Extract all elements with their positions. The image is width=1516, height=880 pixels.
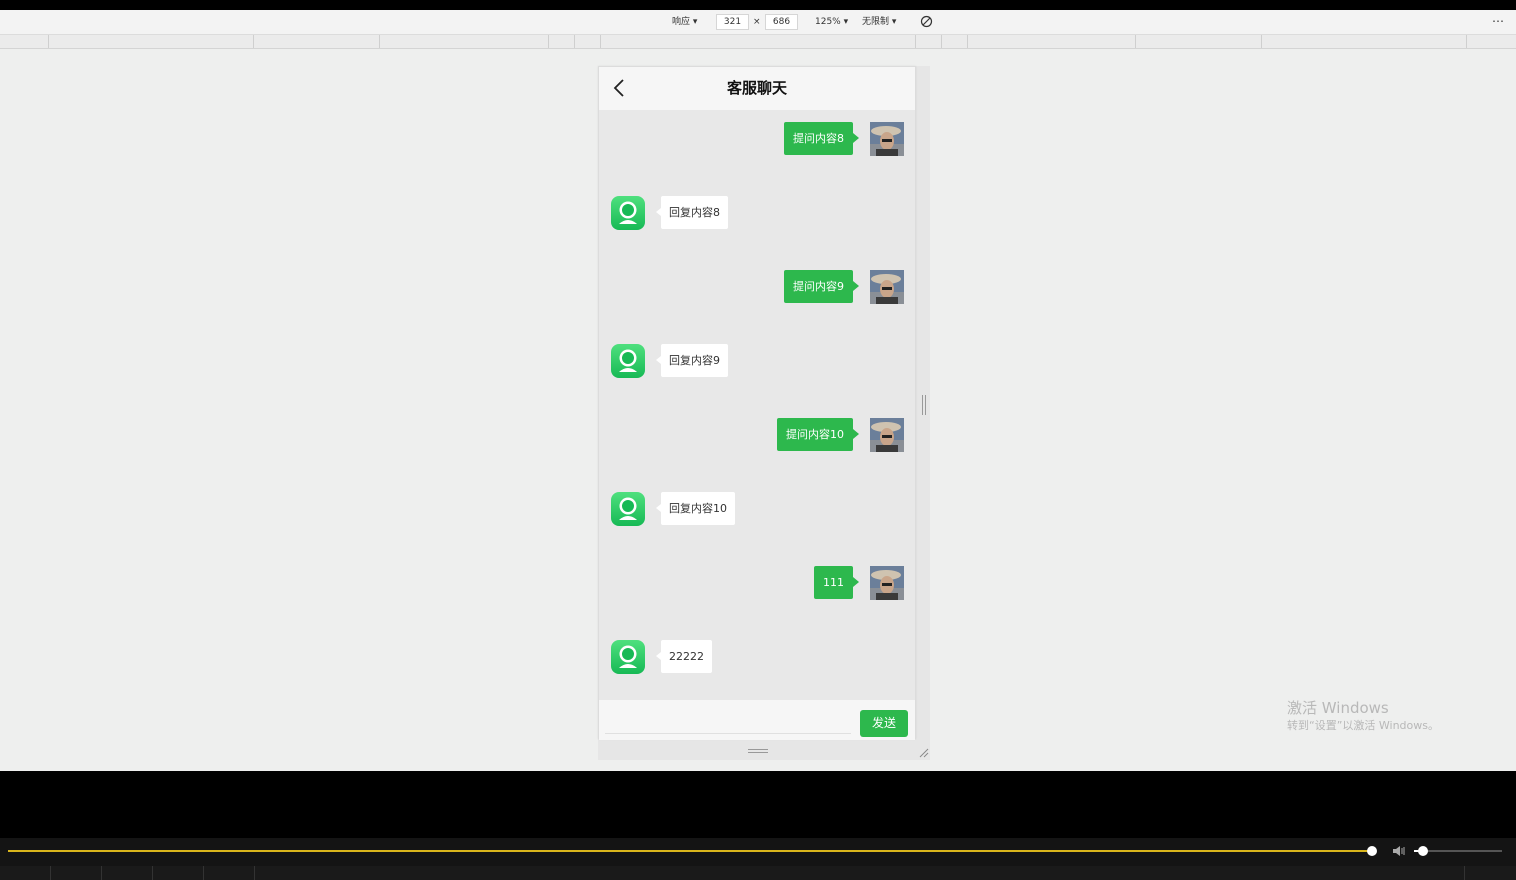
vertical-grip-icon[interactable] [922,395,926,415]
taskbar-divider [101,866,102,880]
send-button[interactable]: 发送 [860,710,908,737]
dimension-separator: × [753,17,761,27]
chat-header: 客服聊天 [599,67,915,110]
throttle-select[interactable]: 无限制 ▾ [862,16,896,28]
window-top-strip [0,0,1516,10]
taskbar-divider [50,866,51,880]
page-title: 客服聊天 [726,79,787,97]
progress-knob[interactable] [1367,846,1377,856]
ruler-tick [1135,35,1136,48]
reply-bubble: 回复内容10 [656,492,735,525]
volume-knob[interactable] [1418,846,1428,856]
reply-bubble: 回复内容8 [656,196,728,229]
bot-message-row: 22222 [599,640,915,674]
chat-input-bar: 发送 [599,700,915,740]
bot-message-row: 回复内容10 [599,492,915,526]
user-message-row: 提问内容9 [599,270,915,304]
question-bubble: 提问内容9 [784,270,859,303]
volume-icon[interactable] [1391,844,1407,858]
horizontal-grip-icon[interactable] [748,749,768,753]
user-message-row: 111 [599,566,915,600]
service-avatar-icon [611,344,645,378]
user-avatar [870,566,904,600]
taskbar-strip [0,866,1516,880]
taskbar-divider [1464,866,1465,880]
zoom-select[interactable]: 125% ▾ [815,16,848,28]
more-options-icon[interactable]: ⋯ [1492,14,1504,28]
ruler-tick [600,35,601,48]
ruler-tick [48,35,49,48]
question-bubble: 提问内容8 [784,122,859,155]
service-avatar-icon [611,640,645,674]
user-message-row: 提问内容8 [599,122,915,156]
taskbar-divider [254,866,255,880]
ruler-tick [967,35,968,48]
message-input[interactable] [605,706,851,734]
user-avatar [870,270,904,304]
watermark-subtitle: 转到“设置”以激活 Windows。 [1287,719,1439,732]
ruler-tick [941,35,942,48]
user-message-row: 提问内容10 [599,418,915,452]
viewport-height-input[interactable]: 686 [765,14,798,30]
device-select[interactable]: 响应 ▾ [672,16,697,28]
taskbar-divider [203,866,204,880]
ruler-tick [574,35,575,48]
chat-phone-screen: 客服聊天 提问内容8 回复内容8 提问内容9 回复内容9 提问内容10 回复内容10 111… [598,66,916,740]
ruler-tick [253,35,254,48]
ruler-tick [548,35,549,48]
question-bubble: 111 [814,566,859,599]
player-controls [0,838,1516,880]
media-query-ruler [0,35,1516,49]
ruler-tick [379,35,380,48]
service-avatar-icon [611,492,645,526]
corner-resize-icon[interactable] [918,747,930,759]
reply-bubble: 22222 [656,640,712,673]
ruler-tick [1466,35,1467,48]
bot-message-row: 回复内容9 [599,344,915,378]
user-avatar [870,122,904,156]
watermark-title: 激活 Windows [1287,699,1389,717]
reply-bubble: 回复内容9 [656,344,728,377]
bot-message-row: 回复内容8 [599,196,915,230]
ruler-tick [915,35,916,48]
progress-bar[interactable] [8,850,1372,852]
viewport-width-input[interactable]: 321 [716,14,749,30]
device-toolbar: 响应 ▾ 321 × 686 125% ▾ 无限制 ▾ ⋯ [0,10,1516,35]
service-avatar-icon [611,196,645,230]
windows-activation-watermark: 激活 Windows 转到“设置”以激活 Windows。 [1287,698,1439,734]
question-bubble: 提问内容10 [777,418,859,451]
ruler-tick [1261,35,1262,48]
rotate-icon[interactable] [920,15,933,32]
taskbar-divider [152,866,153,880]
user-avatar [870,418,904,452]
